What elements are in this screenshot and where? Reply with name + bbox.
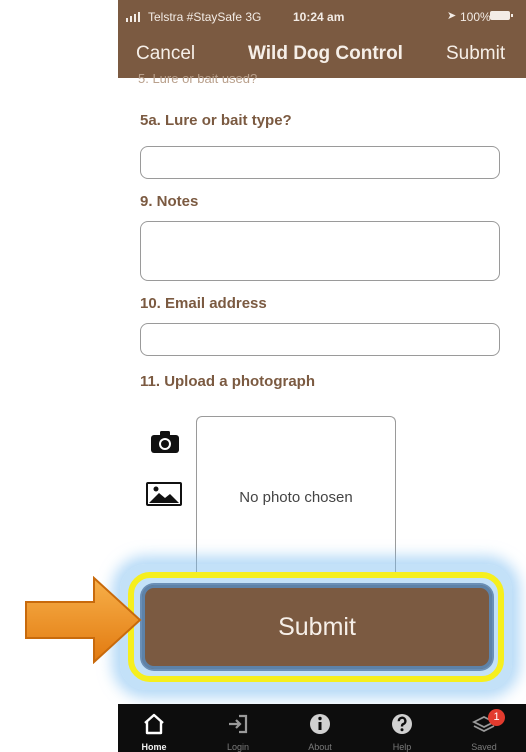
tab-help[interactable]: Help <box>372 704 432 752</box>
tab-saved-label: Saved <box>471 742 497 752</box>
notes-label: 9. Notes <box>140 193 199 210</box>
status-bar: Telstra #StaySafe 3G 10:24 am ➤ 100% <box>118 0 526 30</box>
tab-help-label: Help <box>392 742 412 752</box>
tab-saved[interactable]: Saved <box>454 704 514 752</box>
photo-preview[interactable]: No photo chosen <box>196 416 396 577</box>
carrier-text: Telstra #StaySafe 3G <box>148 10 262 24</box>
nav-bar: Cancel Wild Dog Control Submit <box>118 30 526 78</box>
camera-icon[interactable] <box>150 430 180 454</box>
help-icon <box>392 714 412 734</box>
lure-type-label: 5a. Lure or bait type? <box>140 112 292 129</box>
tab-home-label: Home <box>141 742 167 752</box>
signal-icon <box>126 12 144 22</box>
tab-home[interactable]: Home <box>124 704 184 752</box>
notes-textarea[interactable] <box>140 221 500 281</box>
email-label: 10. Email address <box>140 295 267 312</box>
email-input[interactable] <box>140 323 500 356</box>
battery-icon <box>490 11 513 20</box>
tab-login-label: Login <box>226 742 250 752</box>
saved-count-badge: 1 <box>488 709 505 726</box>
photo-placeholder: No photo chosen <box>239 489 353 506</box>
location-arrow-icon: ➤ <box>447 10 457 22</box>
login-icon <box>229 714 248 734</box>
gallery-icon[interactable] <box>146 482 182 506</box>
photo-label: 11. Upload a photograph <box>140 373 316 390</box>
battery-percent: 100% <box>460 10 491 24</box>
lure-type-input[interactable] <box>140 146 500 179</box>
tab-about-label: About <box>308 742 332 752</box>
clock: 10:24 am <box>293 10 345 24</box>
previous-question-label: 5. Lure or bait used? <box>138 74 358 84</box>
tab-about[interactable]: About <box>290 704 350 752</box>
cancel-button[interactable]: Cancel <box>136 43 195 65</box>
home-icon <box>144 713 164 735</box>
header-submit-button[interactable]: Submit <box>446 43 505 65</box>
top-bar: Telstra #StaySafe 3G 10:24 am ➤ 100% Can… <box>118 0 526 78</box>
info-icon <box>310 714 330 734</box>
pointer-arrow-icon <box>24 575 142 665</box>
page-title: Wild Dog Control <box>248 43 403 64</box>
previous-question-text: 5. Lure or bait used? <box>138 74 258 84</box>
tab-bar: Home Login About Help Saved 1 <box>118 704 526 752</box>
tab-login[interactable]: Login <box>208 704 268 752</box>
submit-button[interactable]: Submit <box>142 585 492 669</box>
